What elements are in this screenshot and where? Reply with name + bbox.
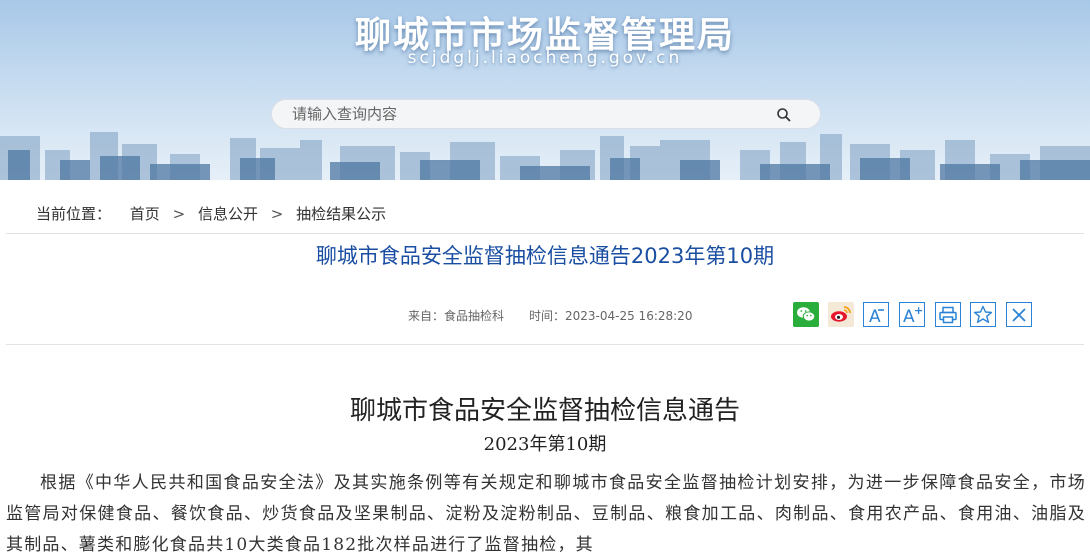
favorite-button[interactable] (970, 302, 996, 327)
font-decrease-icon: A (869, 307, 884, 325)
close-icon (1012, 307, 1026, 322)
weibo-icon (828, 302, 854, 327)
svg-text:+: + (914, 305, 923, 317)
close-button[interactable] (1006, 302, 1032, 327)
font-increase-icon: A + (903, 305, 923, 325)
breadcrumb-info-public-link[interactable]: 信息公开 (198, 203, 258, 224)
search-bar (271, 99, 821, 129)
document-body-paragraph: 根据《中华人民共和国食品安全法》及其实施条例等有关规定和聊城市食品安全监督抽检计… (6, 473, 1086, 555)
header-banner: 聊城市市场监督管理局 scjdglj.liaocheng.gov.cn (0, 0, 1090, 180)
font-decrease-button[interactable]: A (863, 302, 889, 327)
search-icon[interactable] (776, 107, 792, 123)
breadcrumb-separator: > (172, 205, 186, 223)
divider (6, 233, 1084, 234)
breadcrumb-inspection-results-link[interactable]: 抽检结果公示 (296, 203, 386, 224)
print-icon (939, 306, 957, 323)
site-domain: scjdglj.liaocheng.gov.cn (407, 48, 683, 68)
font-increase-button[interactable]: A + (899, 302, 925, 327)
breadcrumb-separator: > (270, 205, 284, 223)
wechat-share-button[interactable] (793, 302, 819, 327)
article-source: 来自：食品抽检科 (408, 309, 505, 323)
breadcrumb-label: 当前位置： (36, 205, 112, 223)
document-issue: 2023年第10期 (483, 434, 607, 455)
weibo-share-button[interactable] (828, 302, 854, 327)
search-input[interactable] (292, 104, 762, 124)
article-title: 聊城市食品安全监督抽检信息通告2023年第10期 (315, 244, 775, 268)
wechat-icon (793, 302, 819, 327)
document-heading: 聊城市食品安全监督抽检信息通告 (349, 396, 740, 426)
breadcrumb: 当前位置： 首页 > 信息公开 > 抽检结果公示 (36, 203, 386, 224)
article-time: 时间：2023-04-25 16:28:20 (529, 309, 693, 323)
divider (6, 344, 1084, 345)
favorite-icon (973, 305, 993, 323)
print-button[interactable] (935, 302, 961, 327)
breadcrumb-home-link[interactable]: 首页 (130, 203, 160, 224)
